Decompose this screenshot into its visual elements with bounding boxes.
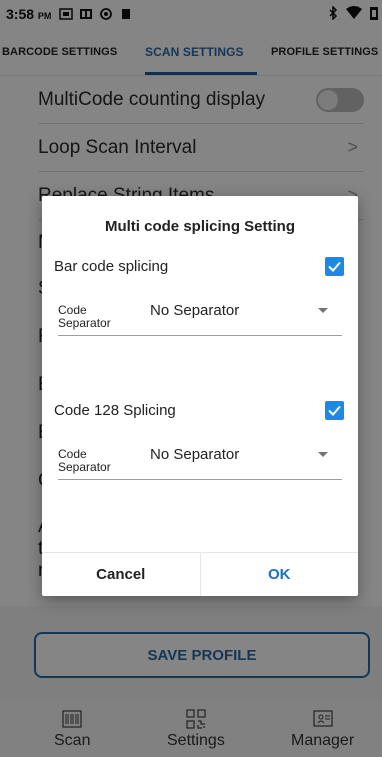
multi-code-splicing-dialog: Multi code splicing Setting Bar code spl… — [42, 196, 358, 596]
bar-code-splicing-row[interactable]: Bar code splicing — [54, 254, 344, 278]
checkmark-icon — [328, 405, 341, 416]
separator-value: No Separator — [150, 302, 240, 319]
separator-label: Code Separator — [58, 447, 111, 474]
dropdown-caret-icon — [318, 452, 328, 457]
separator-value: No Separator — [150, 446, 240, 463]
dialog-actions: Cancel OK — [42, 552, 358, 596]
code-128-splicing-row[interactable]: Code 128 Splicing — [54, 398, 344, 422]
ok-button[interactable]: OK — [201, 553, 359, 596]
separator-label: Code Separator — [58, 303, 111, 330]
code-128-splicing-label: Code 128 Splicing — [54, 401, 176, 419]
bar-code-splicing-checkbox[interactable] — [325, 256, 344, 276]
dropdown-caret-icon — [318, 308, 328, 313]
code-128-separator-select[interactable]: Code Separator No Separator — [58, 444, 342, 480]
checkmark-icon — [328, 261, 341, 272]
cancel-button[interactable]: Cancel — [42, 553, 201, 596]
bar-code-splicing-label: Bar code splicing — [54, 257, 169, 275]
bar-code-separator-select[interactable]: Code Separator No Separator — [58, 300, 342, 336]
code-128-splicing-checkbox[interactable] — [325, 400, 344, 420]
dialog-title: Multi code splicing Setting — [104, 218, 295, 235]
